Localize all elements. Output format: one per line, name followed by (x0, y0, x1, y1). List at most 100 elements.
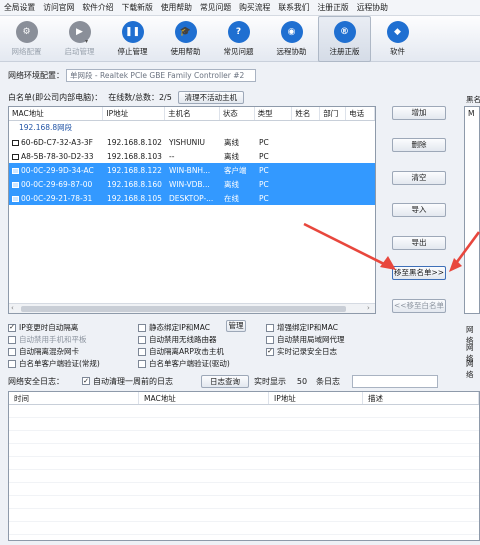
log-column-header[interactable]: 描述 (363, 392, 479, 404)
toolbar-button-gear[interactable]: ⚙ 网络配置 (0, 16, 53, 62)
table-row[interactable]: A8-5B-78-30-D2-33 192.168.8.103 -- 离线 PC (9, 149, 375, 163)
computer-icon (12, 195, 19, 202)
option-9[interactable]: 自动禁用局域网代理 (266, 334, 345, 345)
move-to-whitelist-button[interactable]: <<移至白名单 (392, 299, 446, 313)
cell-ip: 192.168.8.160 (107, 179, 162, 189)
export-button[interactable]: 导出 (392, 236, 446, 250)
toolbar-label: 停止管理 (117, 47, 148, 56)
cell-ip: 192.168.8.122 (107, 165, 162, 175)
whitelist-table[interactable]: MAC地址 IP地址 主机名 状态 类型 姓名 部门 电话 192.168.8网段 60-6D… (8, 106, 376, 314)
option-2[interactable]: 自动隔离混杂网卡 (8, 346, 79, 357)
log-query-button[interactable]: 日志查询 (201, 374, 249, 388)
auto-clean-checkbox[interactable]: ✓ (82, 377, 90, 385)
log-search-field[interactable] (352, 374, 438, 388)
log-table[interactable]: 时间 MAC地址 IP地址 描述 (8, 391, 480, 541)
checkbox[interactable] (266, 323, 274, 332)
checkbox[interactable]: ✓ (8, 323, 16, 332)
manage-button[interactable]: 管理 (226, 320, 246, 332)
table-row[interactable]: 00-0C-29-69-87-00 192.168.8.160 WIN-VDB...… (9, 177, 375, 191)
option-label: 自动禁用手机和平板 (19, 335, 87, 344)
cell-host: YISHUNIU (169, 137, 205, 147)
option-5[interactable]: 自动禁用无线路由器 (138, 334, 217, 345)
table-row[interactable]: 00-0C-29-21-78-31 192.168.8.105 DESKTOP-..… (9, 191, 375, 205)
checkbox[interactable] (8, 335, 16, 344)
toolbar-button-pause[interactable]: ❚❚ 停止管理 (106, 16, 159, 62)
delete-button[interactable]: 删除 (392, 138, 446, 152)
column-header[interactable]: 类型 (255, 107, 293, 120)
cell-mac: 00-0C-29-21-78-31 (9, 194, 104, 203)
checkbox[interactable] (8, 347, 16, 356)
menu-item[interactable]: 使用帮助 (157, 0, 196, 16)
table-row[interactable]: 60-6D-C7-32-A3-3F 192.168.8.102 YISHUNIU 离线… (9, 135, 375, 149)
log-column-header[interactable]: 时间 (9, 392, 139, 404)
checkbox[interactable] (8, 359, 16, 368)
blacklist-title: 黑名 (466, 95, 480, 104)
group-label[interactable]: 192.168.8网段 (9, 121, 375, 135)
menu-item[interactable]: 购买流程 (235, 0, 274, 16)
whitelist-header: 白名单(即公司内部电脑)： 在线数/总数：2/5 清理不活动主机 (8, 90, 244, 104)
log-row (9, 496, 479, 509)
option-4[interactable]: 静态绑定IP和MAC (138, 322, 210, 333)
toolbar: ⚙ 网络配置 ▶ 启动管理 ❚❚ 停止管理 🎓 使用帮助? 常见问题 ◉ 远程协助 ® 注册正版 ◆ 软件 (0, 16, 480, 62)
toolbar-button-remote[interactable]: ◉ 远程协助 (265, 16, 318, 62)
log-title: 网络安全日志： (8, 376, 64, 386)
option-6[interactable]: 自动隔离ARP攻击主机 (138, 346, 224, 357)
mac-text: 00-0C-29-21-78-31 (21, 193, 93, 203)
toolbar-button-software[interactable]: ◆ 软件 (371, 16, 424, 62)
checkbox[interactable] (138, 347, 146, 356)
log-row (9, 483, 479, 496)
log-column-header[interactable]: MAC地址 (139, 392, 269, 404)
log-column-header[interactable]: IP地址 (269, 392, 363, 404)
dropdown-arrow-icon[interactable]: ▾ (85, 38, 88, 45)
column-header[interactable]: 姓名 (292, 107, 321, 120)
menu-item[interactable]: 下载新版 (118, 0, 157, 16)
toolbar-button-play[interactable]: ▶ 启动管理 (53, 16, 106, 62)
option-7[interactable]: 白名单客户端验证(驱动) (138, 358, 230, 369)
menu-item[interactable]: 常见问题 (196, 0, 235, 16)
toolbar-button-graduation-cap[interactable]: 🎓 使用帮助 (159, 16, 212, 62)
menu-item[interactable]: 注册正版 (314, 0, 353, 16)
import-button[interactable]: 导入 (392, 203, 446, 217)
option-3[interactable]: 白名单客户端验证(常规) (8, 358, 100, 369)
horizontal-scrollbar[interactable]: ‹ › (9, 303, 375, 313)
checkbox[interactable] (266, 335, 274, 344)
menu-item[interactable]: 远程协助 (353, 0, 392, 16)
clean-inactive-button[interactable]: 清理不活动主机 (177, 90, 244, 104)
table-row[interactable]: 00-0C-29-9D-34-AC 192.168.8.122 WIN-BNH...… (9, 163, 375, 177)
clear-button[interactable]: 清空 (392, 171, 446, 185)
menu-item[interactable]: 访问官网 (39, 0, 78, 16)
checkbox[interactable] (138, 323, 146, 332)
option-label: 增强绑定IP和MAC (277, 323, 338, 332)
checkbox[interactable] (138, 359, 146, 368)
column-header[interactable]: 主机名 (165, 107, 220, 120)
column-header[interactable]: 状态 (220, 107, 255, 120)
checkbox[interactable] (138, 335, 146, 344)
checkbox[interactable]: ✓ (266, 347, 274, 356)
blacklist-table[interactable]: M (464, 106, 480, 314)
menu-item[interactable]: 全局设置 (0, 0, 39, 16)
column-header[interactable]: MAC地址 (9, 107, 104, 120)
add-button[interactable]: 增加 (392, 106, 446, 120)
option-8[interactable]: 增强绑定IP和MAC (266, 322, 338, 333)
auto-clean-label: 自动清理一周前的日志 (93, 376, 173, 386)
scroll-right-icon[interactable]: › (367, 304, 370, 312)
option-label: IP变更时自动隔离 (19, 323, 79, 332)
log-row (9, 457, 479, 470)
column-header[interactable]: IP地址 (103, 107, 166, 120)
toolbar-button-question[interactable]: ? 常见问题 (212, 16, 265, 62)
network-label: 网络环境配置： (8, 70, 64, 80)
network-select[interactable]: 单网段 - Realtek PCIe GBE Family Controller… (66, 68, 256, 82)
option-0[interactable]: ✓ IP变更时自动隔离 (8, 322, 78, 333)
menu-item[interactable]: 联系我们 (274, 0, 313, 16)
column-header[interactable]: 电话 (346, 107, 375, 120)
cell-type: PC (259, 165, 269, 175)
log-count-input[interactable]: 50 (291, 377, 313, 386)
option-1[interactable]: 自动禁用手机和平板 (8, 334, 87, 345)
menu-item[interactable]: 软件介绍 (78, 0, 117, 16)
toolbar-button-registered[interactable]: ® 注册正版 (318, 16, 371, 62)
column-header[interactable]: 部门 (320, 107, 347, 120)
move-to-blacklist-button[interactable]: 移至黑名单>> (392, 266, 446, 280)
option-10[interactable]: ✓ 实时记录安全日志 (266, 346, 337, 357)
scrollbar-thumb[interactable] (21, 306, 346, 312)
scroll-left-icon[interactable]: ‹ (11, 304, 14, 312)
